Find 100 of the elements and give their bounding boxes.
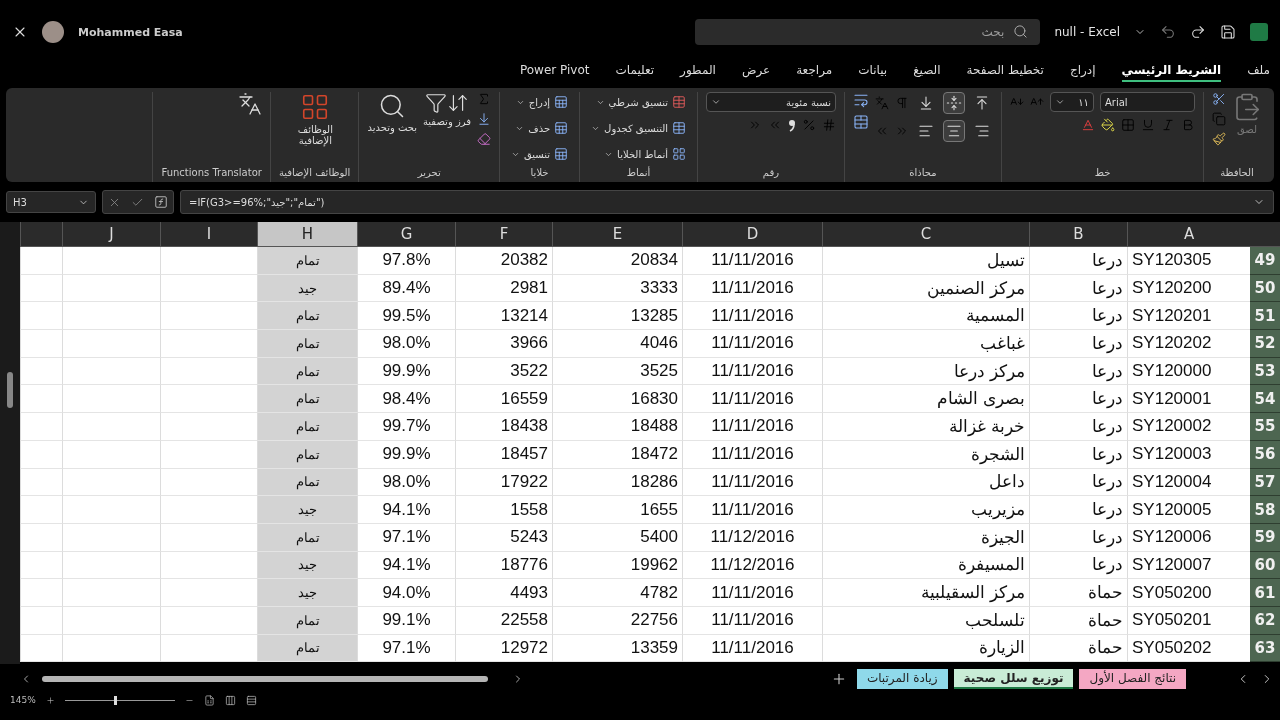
column-header[interactable]: G	[357, 222, 455, 247]
row-number[interactable]: 62	[1250, 606, 1280, 635]
cells-menu-button[interactable]: إدراج	[512, 92, 572, 112]
ribbon-tab[interactable]: إدراج	[1069, 63, 1096, 82]
font-color-icon[interactable]	[1081, 118, 1095, 132]
clear-icon[interactable]	[477, 132, 491, 146]
ribbon-tab[interactable]: مراجعة	[796, 63, 833, 82]
zoom-in-icon[interactable]	[45, 695, 55, 705]
number-format-field[interactable]: نسبة مئوية	[706, 92, 836, 112]
save-icon[interactable]	[1220, 24, 1236, 40]
ribbon-tab[interactable]: عرض	[741, 63, 771, 82]
column-header[interactable]: J	[62, 222, 160, 247]
redo-icon[interactable]	[1190, 24, 1206, 40]
ribbon-tab[interactable]: الصيغ	[913, 63, 941, 82]
sheet-tab[interactable]: توزيع سلل صحية	[953, 669, 1074, 689]
styles-menu-button[interactable]: أنماط الخلايا	[601, 144, 689, 164]
align-center-button[interactable]	[943, 120, 965, 142]
table-cell: SY120001	[1127, 385, 1250, 414]
align-center-icon	[946, 123, 962, 139]
page-break-view-icon[interactable]	[203, 694, 215, 706]
row-number[interactable]: 49	[1250, 247, 1280, 275]
column-header[interactable]: H	[257, 222, 357, 247]
row-number[interactable]: 55	[1250, 413, 1280, 441]
column-header[interactable]: D	[682, 222, 822, 247]
undo-icon[interactable]	[1160, 24, 1176, 40]
sheet-tab[interactable]: نتائج الفصل الأول	[1079, 669, 1186, 689]
table-cell: تمام	[257, 468, 357, 497]
table-cell: 4046	[552, 330, 682, 358]
table-cell: 11/11/2016	[682, 440, 822, 469]
ribbon-tab[interactable]: تعليمات	[615, 63, 655, 82]
row-number[interactable]: 63	[1250, 634, 1280, 663]
table-cell: 18286	[552, 468, 682, 497]
column-header[interactable]: F	[455, 222, 552, 247]
table-cell: حماة	[1029, 606, 1127, 635]
font-size-field[interactable]: ١١	[1050, 92, 1094, 112]
row-number[interactable]: 52	[1250, 330, 1280, 358]
font-name-field[interactable]: Arial	[1100, 92, 1195, 112]
table-cell: 1558	[455, 496, 552, 524]
format-painter-icon[interactable]	[1212, 132, 1226, 146]
row-number[interactable]: 53	[1250, 357, 1280, 386]
column-header[interactable]: I	[160, 222, 257, 247]
avatar[interactable]	[42, 21, 64, 43]
row-number[interactable]: 56	[1250, 440, 1280, 469]
table-cell: 11/11/2016	[682, 468, 822, 497]
row-number[interactable]: 51	[1250, 302, 1280, 331]
align-middle-icon	[946, 95, 962, 111]
sort-filter-button[interactable]: فرز وتصفية	[423, 92, 471, 127]
normal-view-icon[interactable]	[245, 694, 257, 706]
cells-menu-button[interactable]: تنسيق	[508, 144, 572, 164]
ribbon-tab[interactable]: الشريط الرئيسي	[1121, 63, 1222, 82]
search-field[interactable]: بحث	[695, 19, 1041, 45]
table-cell: درعا	[1029, 274, 1127, 303]
row-number[interactable]: 50	[1250, 274, 1280, 303]
merge-cells-icon[interactable]	[853, 114, 869, 130]
formula-field[interactable]: =IF(G3>=96%;"تمام";"جيد")	[180, 190, 1274, 214]
row-number[interactable]: 57	[1250, 468, 1280, 497]
table-cell: 11/11/2016	[682, 634, 822, 663]
vertical-scrollbar[interactable]	[0, 222, 20, 664]
table-cell: 11/11/2016	[682, 606, 822, 635]
comma-style-icon[interactable]	[788, 118, 796, 132]
table-cell: 3966	[455, 330, 552, 358]
ribbon-tab[interactable]: المطور	[680, 63, 716, 82]
column-header[interactable]: A	[1127, 222, 1250, 247]
table-cell: 11/11/2016	[682, 413, 822, 441]
name-box[interactable]: H3	[6, 191, 96, 213]
styles-menu-button[interactable]: التنسيق كجدول	[588, 118, 689, 138]
translator-button[interactable]	[237, 92, 262, 116]
row-number[interactable]: 58	[1250, 496, 1280, 524]
fill-icon[interactable]	[477, 112, 491, 126]
add-ins-button[interactable]: الوظائف الإضافية	[280, 92, 351, 146]
ribbon-tab[interactable]: ملف	[1247, 63, 1270, 82]
table-cell: غباغب	[822, 330, 1029, 358]
row-number[interactable]: 60	[1250, 551, 1280, 580]
wrap-text-icon[interactable]	[853, 92, 869, 108]
column-header[interactable]: B	[1029, 222, 1127, 247]
table-cell: 20834	[552, 247, 682, 275]
cut-icon[interactable]	[1212, 92, 1226, 106]
ribbon-tab[interactable]: بيانات	[858, 63, 888, 82]
row-number[interactable]: 54	[1250, 385, 1280, 414]
table-cell: 18776	[455, 551, 552, 580]
align-middle-button[interactable]	[943, 92, 965, 114]
row-number[interactable]: 59	[1250, 523, 1280, 552]
fill-color-icon[interactable]	[1101, 118, 1115, 132]
find-select-button[interactable]: بحث وتحديد	[367, 92, 417, 133]
styles-menu-button[interactable]: تنسيق شرطي	[592, 92, 689, 112]
zoom-level[interactable]: 145%	[10, 695, 36, 705]
cells-menu-button[interactable]: حذف	[512, 118, 572, 138]
page-layout-view-icon[interactable]	[224, 694, 236, 706]
column-header[interactable]: C	[822, 222, 1029, 247]
row-number[interactable]: 61	[1250, 579, 1280, 607]
column-header[interactable]: E	[552, 222, 682, 247]
table-cell: 97.1%	[357, 634, 455, 663]
ribbon-tab[interactable]: Power Pivot	[519, 63, 590, 82]
table-cell: 89.4%	[357, 274, 455, 303]
zoom-thumb[interactable]	[114, 695, 118, 705]
insert-function-icon[interactable]	[154, 195, 168, 209]
ribbon-tab[interactable]: تخطيط الصفحة	[966, 63, 1044, 82]
sheet-tab[interactable]: زيادة المرتبات	[856, 669, 948, 689]
table-cell: تمام	[257, 440, 357, 469]
table-cell: 22756	[552, 606, 682, 635]
